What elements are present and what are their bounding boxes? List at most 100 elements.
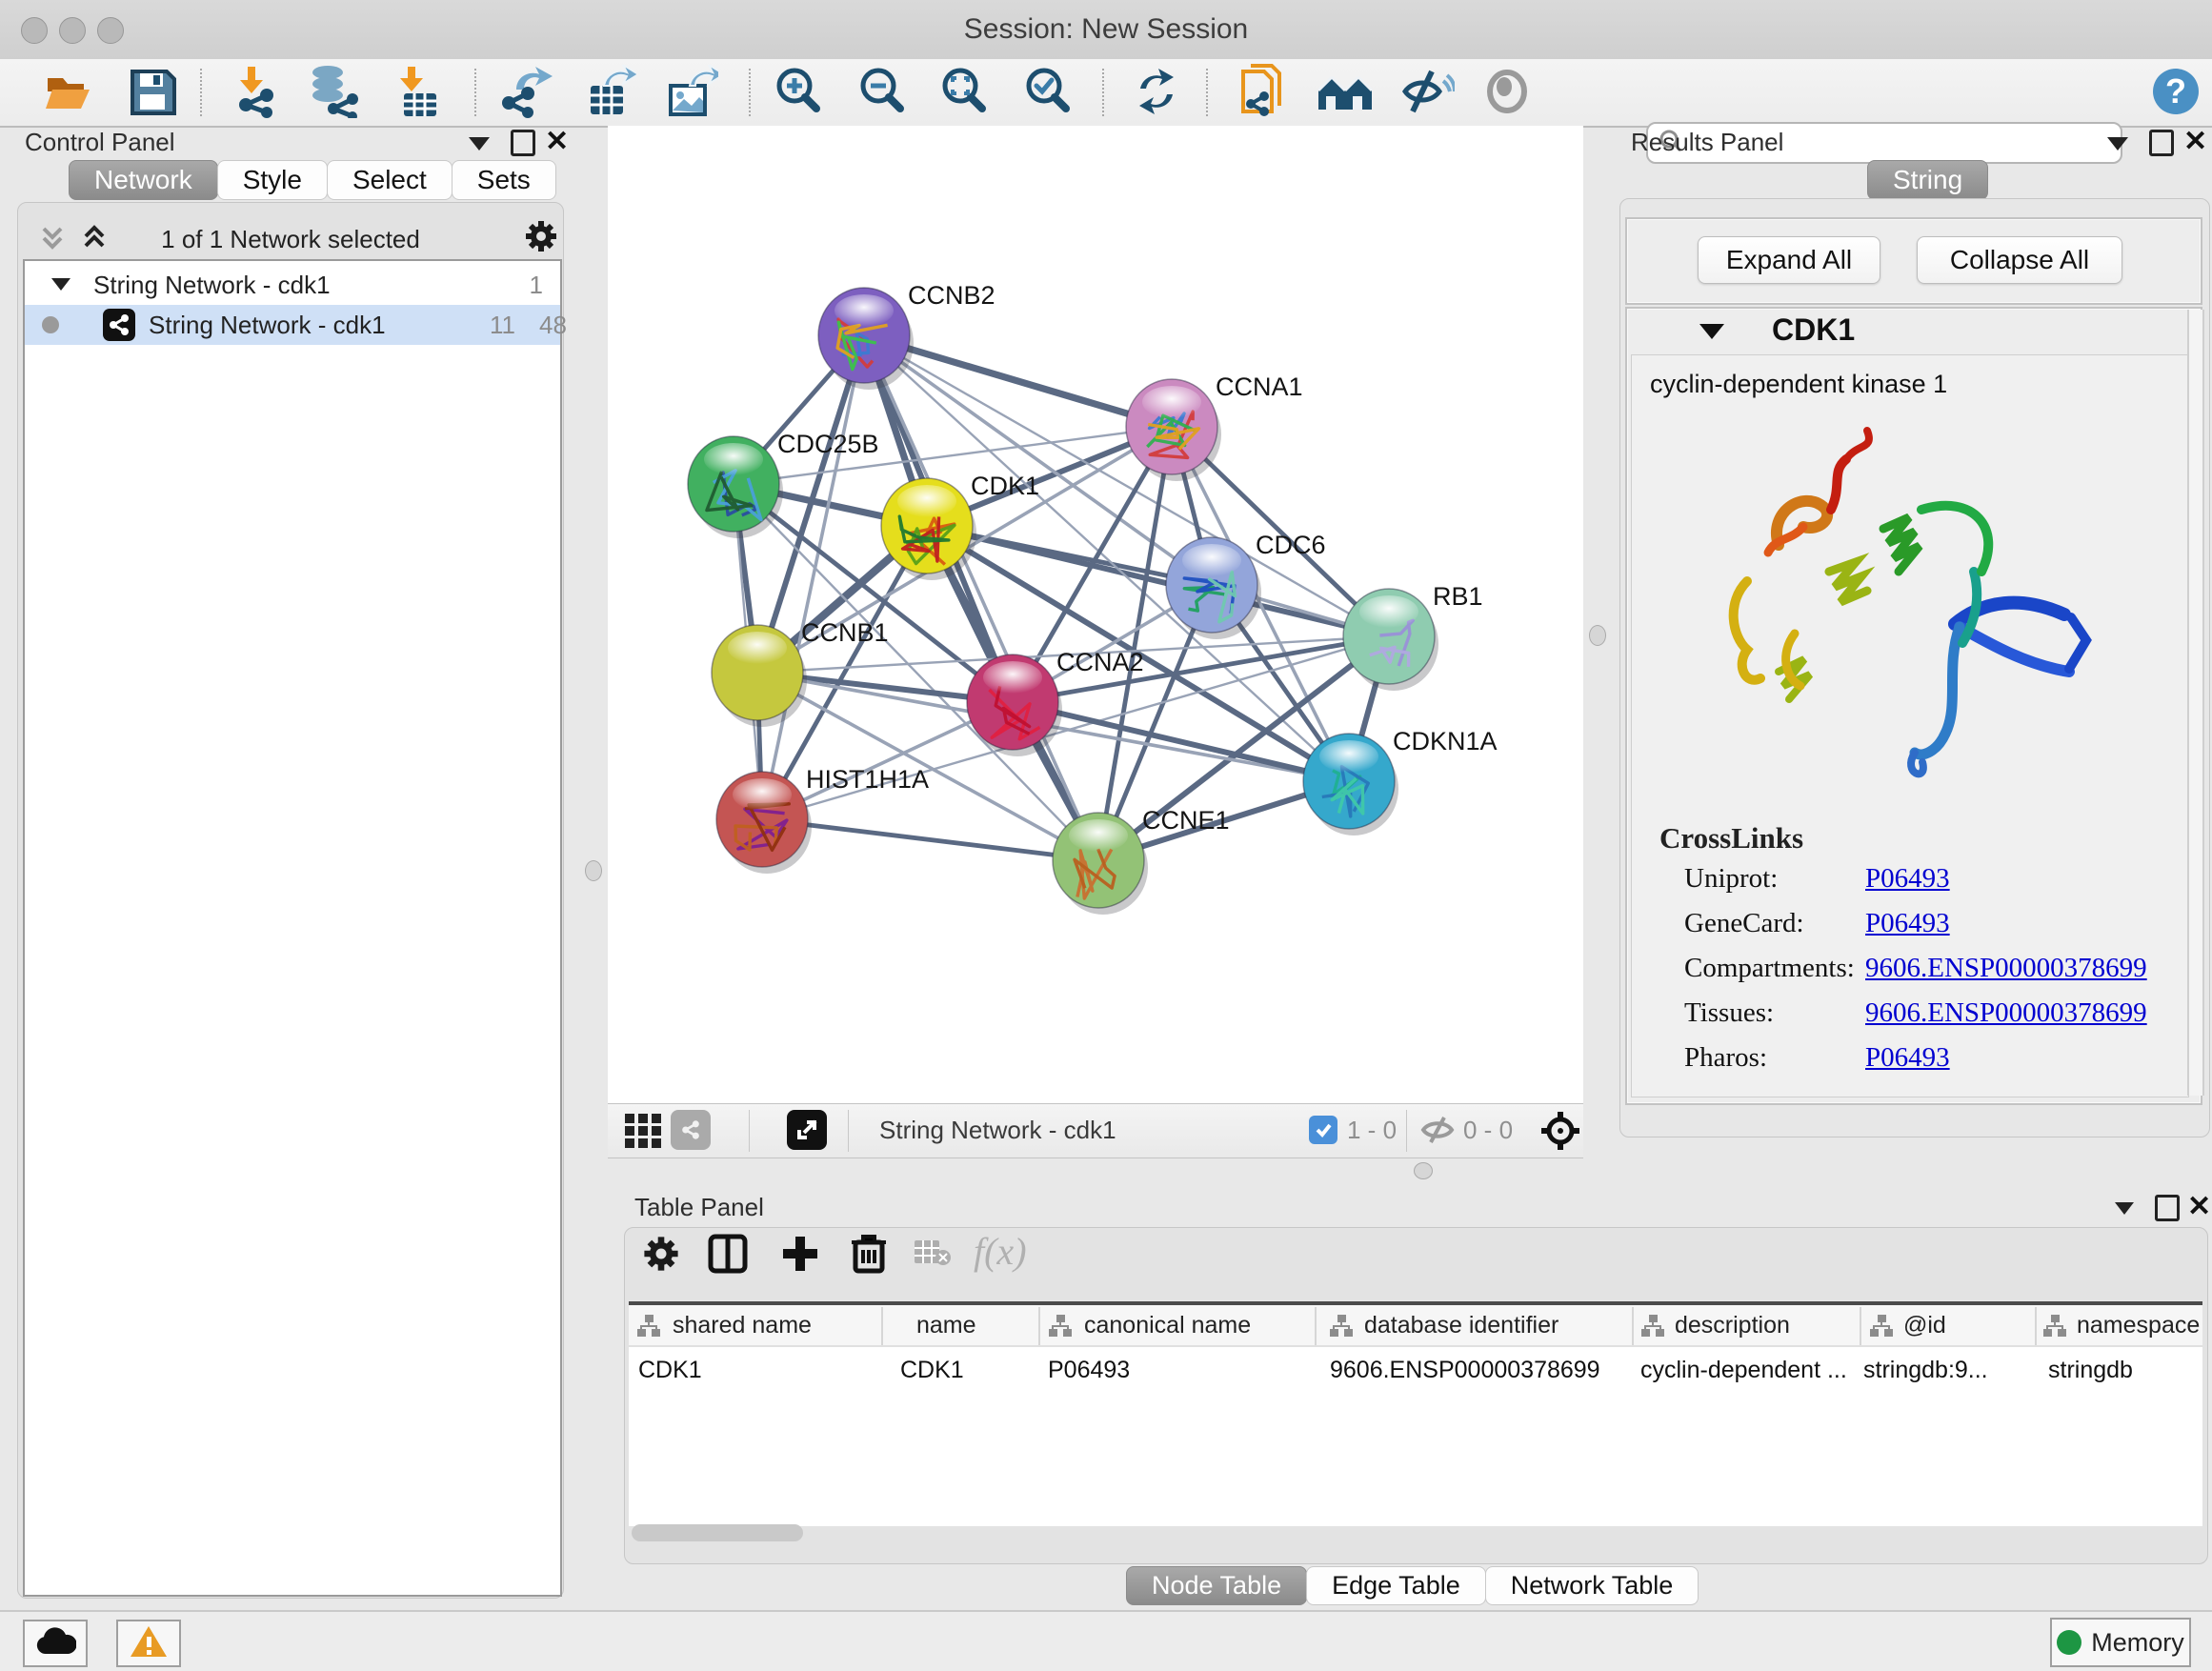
panel-menu-icon[interactable] xyxy=(2107,137,2128,151)
column-tree-icon[interactable] xyxy=(2042,1313,2067,1344)
crosshair-icon[interactable] xyxy=(1539,1110,1581,1157)
panel-menu-icon[interactable] xyxy=(469,137,490,151)
tab-node-table[interactable]: Node Table xyxy=(1126,1566,1307,1605)
left-splitter-handle[interactable] xyxy=(585,860,602,881)
panel-float-icon[interactable] xyxy=(2155,1195,2180,1221)
tab-sets[interactable]: Sets xyxy=(452,160,556,200)
export-network-button[interactable] xyxy=(501,67,554,120)
column-header[interactable]: canonical name xyxy=(1084,1312,1251,1339)
network-graph[interactable]: CCNB2CCNA1CDC25BCDK1CDC6RB1CCNB1CCNA2CDK… xyxy=(608,126,1583,1103)
import-table-file-button[interactable] xyxy=(391,67,444,120)
column-header[interactable]: shared name xyxy=(673,1312,812,1339)
column-tree-icon[interactable] xyxy=(1329,1313,1354,1344)
column-tree-icon[interactable] xyxy=(636,1313,661,1344)
network-node-CDK1[interactable]: CDK1 xyxy=(881,472,1039,580)
delete-column-icon[interactable] xyxy=(848,1231,890,1279)
panel-float-icon[interactable] xyxy=(511,130,535,156)
open-session-button[interactable] xyxy=(42,67,95,120)
gray-eye-button[interactable] xyxy=(1480,67,1534,120)
bottom-splitter-handle[interactable] xyxy=(1414,1162,1433,1179)
hide-selected-button[interactable] xyxy=(1400,67,1454,120)
column-header[interactable]: @id xyxy=(1903,1312,1946,1339)
right-splitter-handle[interactable] xyxy=(1589,625,1606,646)
table-cell[interactable]: CDK1 xyxy=(638,1357,702,1384)
tab-style[interactable]: Style xyxy=(217,160,328,200)
edge-CCNB2-HIST1H1A[interactable] xyxy=(762,335,864,819)
tab-string[interactable]: String xyxy=(1867,160,1988,200)
network-view-toolbar: String Network - cdk1 1 - 0 0 - 0 xyxy=(608,1103,1583,1158)
show-all-button[interactable] xyxy=(1318,67,1372,120)
table-cell[interactable]: 9606.ENSP00000378699 xyxy=(1330,1357,1600,1384)
column-header[interactable]: namespace xyxy=(2077,1312,2202,1339)
crosslink-label: Uniprot: xyxy=(1684,863,1778,895)
edge-CCNE1-HIST1H1A[interactable] xyxy=(762,819,1098,860)
help-button[interactable]: ? xyxy=(2149,67,2202,120)
panel-close-icon[interactable]: ✕ xyxy=(545,128,569,156)
show-columns-icon[interactable] xyxy=(707,1233,749,1279)
zoom-fit-button[interactable] xyxy=(937,67,991,120)
table-cell[interactable]: cyclin-dependent ... xyxy=(1640,1357,1847,1384)
export-image-button[interactable] xyxy=(665,67,718,120)
results-scrollbar[interactable] xyxy=(2187,310,2204,1096)
tissues-link[interactable]: 9606.ENSP00000378699 xyxy=(1865,997,2147,1029)
cdk1-collapse-icon[interactable] xyxy=(1699,324,1724,339)
collapse-all-networks-icon[interactable] xyxy=(36,221,69,258)
genecard-link[interactable]: P06493 xyxy=(1865,908,1950,939)
hidden-eye-icon[interactable] xyxy=(1419,1116,1456,1149)
collapse-all-button[interactable]: Collapse All xyxy=(1917,236,2122,284)
network-node-HIST1H1A[interactable]: HIST1H1A xyxy=(716,765,929,874)
expand-all-button[interactable]: Expand All xyxy=(1698,236,1880,284)
network-node-CDC6[interactable]: CDC6 xyxy=(1166,531,1326,639)
refresh-button[interactable] xyxy=(1130,67,1183,120)
panel-float-icon[interactable] xyxy=(2149,130,2174,156)
open-birdseye-icon[interactable] xyxy=(787,1110,827,1150)
network-node-RB1[interactable]: RB1 xyxy=(1343,582,1483,691)
import-network-file-button[interactable] xyxy=(227,67,280,120)
zoom-out-button[interactable] xyxy=(855,67,909,120)
pharos-link[interactable]: P06493 xyxy=(1865,1042,1950,1074)
tab-select[interactable]: Select xyxy=(327,160,452,200)
table-cell[interactable]: CDK1 xyxy=(900,1357,964,1384)
network-node-CCNE1[interactable]: CCNE1 xyxy=(1053,806,1230,915)
export-table-button[interactable] xyxy=(583,67,636,120)
panel-menu-icon[interactable] xyxy=(2115,1202,2134,1215)
network-node-CDKN1A[interactable]: CDKN1A xyxy=(1303,727,1498,836)
zoom-in-button[interactable] xyxy=(772,67,825,120)
expand-all-networks-icon[interactable] xyxy=(78,221,111,258)
column-header[interactable]: database identifier xyxy=(1364,1312,1558,1339)
column-header[interactable]: name xyxy=(916,1312,976,1339)
grid-view-icon[interactable] xyxy=(623,1112,663,1155)
table-cell[interactable]: stringdb xyxy=(2048,1357,2133,1384)
network-collection-row[interactable]: String Network - cdk1 1 xyxy=(25,269,560,305)
uniprot-link[interactable]: P06493 xyxy=(1865,863,1950,895)
edge-CCNA2-CDKN1A[interactable] xyxy=(1013,702,1349,781)
tab-network-table[interactable]: Network Table xyxy=(1485,1566,1699,1605)
save-session-button[interactable] xyxy=(126,67,179,120)
zoom-selected-button[interactable] xyxy=(1021,67,1075,120)
selected-nodes-checkbox[interactable] xyxy=(1309,1116,1337,1144)
table-cell[interactable]: P06493 xyxy=(1048,1357,1130,1384)
cloud-button[interactable] xyxy=(23,1620,88,1667)
memory-button[interactable]: Memory xyxy=(2050,1618,2191,1667)
column-header[interactable]: description xyxy=(1675,1312,1790,1339)
table-cell[interactable]: stringdb:9... xyxy=(1863,1357,1988,1384)
tab-edge-table[interactable]: Edge Table xyxy=(1306,1566,1486,1605)
column-tree-icon[interactable] xyxy=(1869,1313,1894,1344)
network-options-gear-icon[interactable] xyxy=(522,217,560,260)
panel-close-icon[interactable]: ✕ xyxy=(2187,1193,2211,1221)
panel-close-icon[interactable]: ✕ xyxy=(2183,128,2207,156)
copy-network-button[interactable] xyxy=(1237,67,1290,120)
compartments-link[interactable]: 9606.ENSP00000378699 xyxy=(1865,953,2147,984)
warnings-button[interactable] xyxy=(116,1620,181,1667)
network-row-selected[interactable]: String Network - cdk1 11 48 xyxy=(25,305,560,345)
column-tree-icon[interactable] xyxy=(1048,1313,1073,1344)
tree-expand-icon[interactable] xyxy=(51,278,70,291)
column-tree-icon[interactable] xyxy=(1640,1313,1665,1344)
table-horizontal-scrollbar[interactable] xyxy=(632,1524,803,1541)
import-network-database-button[interactable] xyxy=(307,67,360,120)
add-column-icon[interactable] xyxy=(779,1233,821,1279)
table-panel-tabs: Node TableEdge TableNetwork Table xyxy=(1126,1566,1698,1605)
share-view-icon[interactable] xyxy=(671,1110,711,1150)
table-settings-gear-icon[interactable] xyxy=(640,1233,682,1279)
tab-network[interactable]: Network xyxy=(69,160,218,200)
